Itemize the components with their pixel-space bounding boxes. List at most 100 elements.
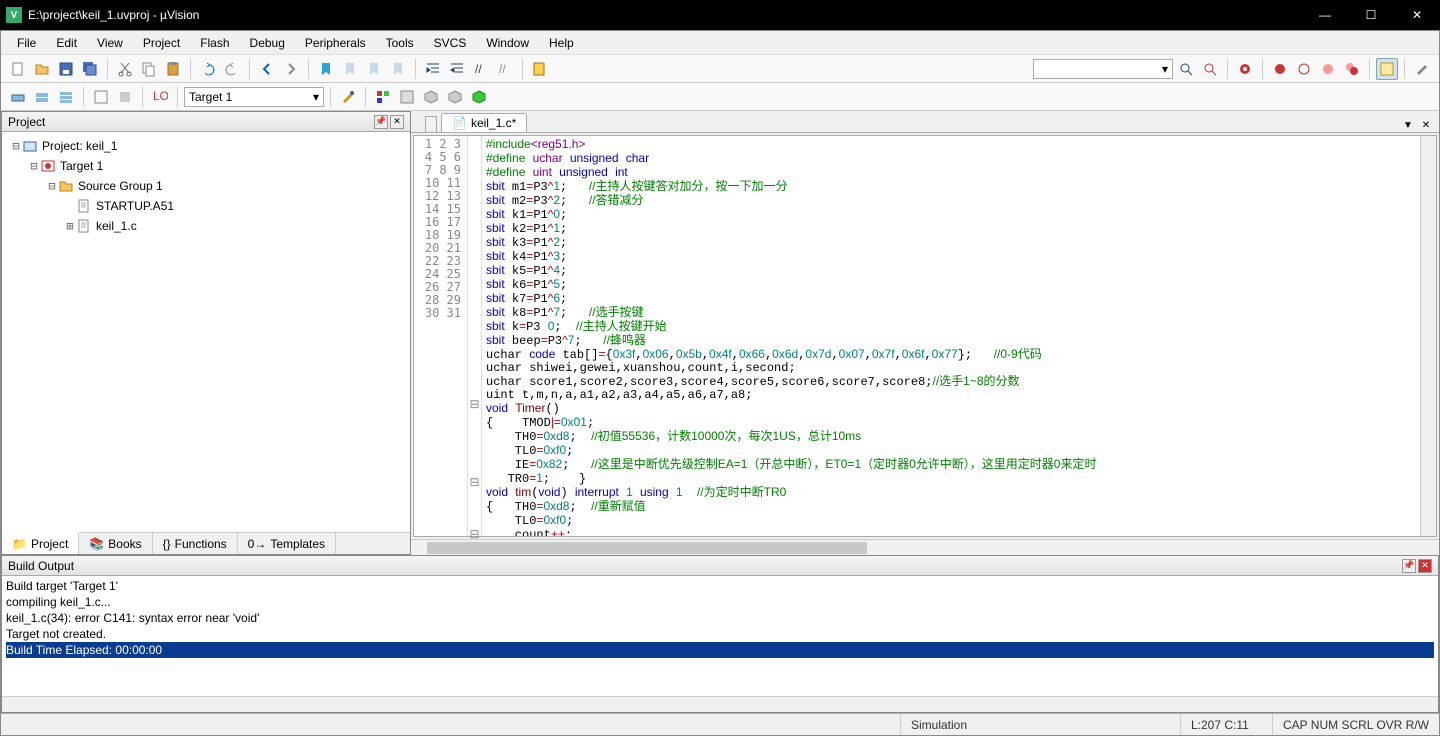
svg-text://: //: [475, 62, 482, 76]
build-output-panel: Build Output 📌 ✕ Build target 'Target 1'…: [1, 555, 1439, 713]
indent-icon[interactable]: [422, 58, 444, 80]
panel-close-icon[interactable]: ✕: [390, 115, 404, 129]
target-options-icon[interactable]: [337, 86, 359, 108]
menu-project[interactable]: Project: [133, 34, 190, 52]
project-panel-title: Project 📌 ✕: [2, 112, 410, 132]
save-icon[interactable]: [55, 58, 77, 80]
tree-node[interactable]: ⊟Project: keil_1: [6, 136, 406, 156]
build-output-body[interactable]: Build target 'Target 1'compiling keil_1.…: [2, 576, 1438, 696]
window-title: E:\project\keil_1.uvproj - µVision: [28, 8, 1302, 22]
project-tabs: 📁Project📚Books{}Functions0→Templates: [2, 532, 410, 554]
cut-icon[interactable]: [114, 58, 136, 80]
books-icon[interactable]: [468, 86, 490, 108]
manage-project-icon[interactable]: [372, 86, 394, 108]
find-in-files-icon[interactable]: [529, 58, 551, 80]
menu-svcs[interactable]: SVCS: [424, 34, 477, 52]
stop-build-icon[interactable]: [114, 86, 136, 108]
line-gutter: 1 2 3 4 5 6 7 8 9 10 11 12 13 14 15 16 1…: [414, 136, 468, 536]
breakpoint-disable-icon[interactable]: [1293, 58, 1315, 80]
undo-icon[interactable]: [197, 58, 219, 80]
copy-icon[interactable]: [138, 58, 160, 80]
close-button[interactable]: ✕: [1394, 0, 1440, 30]
bookmark-clear-icon[interactable]: [387, 58, 409, 80]
pack-installer-icon[interactable]: [444, 86, 466, 108]
editor-close-icon[interactable]: ✕: [1419, 118, 1433, 132]
tree-node[interactable]: ⊟Source Group 1: [6, 176, 406, 196]
find-combo[interactable]: ▾: [1033, 59, 1173, 79]
bookmark-next-icon[interactable]: [363, 58, 385, 80]
panel-pin-icon[interactable]: 📌: [1402, 559, 1416, 573]
window-layout-icon[interactable]: [1376, 58, 1398, 80]
uncomment-icon[interactable]: //: [494, 58, 516, 80]
menu-tools[interactable]: Tools: [376, 34, 424, 52]
menu-flash[interactable]: Flash: [190, 34, 239, 52]
incremental-find-icon[interactable]: [1199, 58, 1221, 80]
translate-icon[interactable]: [7, 86, 29, 108]
debug-icon[interactable]: [1234, 58, 1256, 80]
project-tab-templates[interactable]: 0→Templates: [238, 533, 336, 554]
nav-fwd-icon[interactable]: [280, 58, 302, 80]
file-ext-icon[interactable]: [396, 86, 418, 108]
editor-tab-active[interactable]: 📄 keil_1.c*: [441, 113, 527, 132]
menu-file[interactable]: File: [7, 34, 46, 52]
menu-view[interactable]: View: [87, 34, 133, 52]
statusbar: Simulation L:207 C:11 CAP NUM SCRL OVR R…: [1, 713, 1439, 735]
panel-close-icon[interactable]: ✕: [1418, 559, 1432, 573]
batch-build-icon[interactable]: [90, 86, 112, 108]
editor-tab-nav-icon[interactable]: [425, 116, 437, 132]
configure-icon[interactable]: [1411, 58, 1433, 80]
minimize-button[interactable]: —: [1302, 0, 1348, 30]
project-tree[interactable]: ⊟Project: keil_1⊟Target 1⊟Source Group 1…: [2, 132, 410, 532]
unindent-icon[interactable]: [446, 58, 468, 80]
breakpoint-kill-icon[interactable]: [1317, 58, 1339, 80]
breakpoint-insert-icon[interactable]: [1269, 58, 1291, 80]
project-tab-books[interactable]: 📚Books: [79, 533, 152, 554]
menu-debug[interactable]: Debug: [240, 34, 295, 52]
tree-node[interactable]: ⊞keil_1.c: [6, 216, 406, 236]
svg-text://: //: [499, 62, 506, 76]
find-icon[interactable]: [1175, 58, 1197, 80]
bookmark-icon[interactable]: [315, 58, 337, 80]
build-icon[interactable]: [31, 86, 53, 108]
status-cursor: L:207 C:11: [1180, 714, 1272, 735]
rebuild-icon[interactable]: [55, 86, 77, 108]
build-panel-title: Build Output 📌 ✕: [2, 556, 1438, 576]
fold-gutter[interactable]: ⊟⊟⊟: [468, 136, 482, 536]
manage-rte-icon[interactable]: [420, 86, 442, 108]
redo-icon[interactable]: [221, 58, 243, 80]
code-body[interactable]: #include<reg51.h> #define uchar unsigned…: [482, 136, 1420, 536]
project-tab-project[interactable]: 📁Project: [2, 532, 79, 554]
toolbar-main: // // ▾: [1, 55, 1439, 83]
tree-node[interactable]: ⊟Target 1: [6, 156, 406, 176]
tree-node[interactable]: STARTUP.A51: [6, 196, 406, 216]
titlebar: V E:\project\keil_1.uvproj - µVision — ☐…: [0, 0, 1440, 30]
build-hscroll[interactable]: [2, 696, 1438, 712]
maximize-button[interactable]: ☐: [1348, 0, 1394, 30]
paste-icon[interactable]: [162, 58, 184, 80]
save-all-icon[interactable]: [79, 58, 101, 80]
new-file-icon[interactable]: [7, 58, 29, 80]
vertical-scrollbar[interactable]: [1420, 136, 1436, 536]
editor-area: 📄 keil_1.c* ▼ ✕ 1 2 3 4 5 6 7 8 9 10 11 …: [411, 111, 1439, 555]
menubar: FileEditViewProjectFlashDebugPeripherals…: [1, 31, 1439, 55]
target-select[interactable]: Target 1▾: [184, 87, 324, 107]
editor-dropdown-icon[interactable]: ▼: [1401, 118, 1415, 132]
status-indicators: CAP NUM SCRL OVR R/W: [1272, 714, 1439, 735]
menu-window[interactable]: Window: [476, 34, 539, 52]
file-icon: 📄: [452, 116, 467, 130]
breakpoint-killall-icon[interactable]: [1341, 58, 1363, 80]
download-icon[interactable]: LOAD: [149, 86, 171, 108]
open-icon[interactable]: [31, 58, 53, 80]
comment-icon[interactable]: //: [470, 58, 492, 80]
status-mode: Simulation: [900, 714, 1180, 735]
bookmark-prev-icon[interactable]: [339, 58, 361, 80]
menu-edit[interactable]: Edit: [46, 34, 87, 52]
toolbar-build: LOAD Target 1▾: [1, 83, 1439, 111]
menu-help[interactable]: Help: [539, 34, 584, 52]
code-editor[interactable]: 1 2 3 4 5 6 7 8 9 10 11 12 13 14 15 16 1…: [413, 135, 1437, 537]
panel-pin-icon[interactable]: 📌: [374, 115, 388, 129]
project-tab-functions[interactable]: {}Functions: [153, 533, 238, 554]
horizontal-scrollbar[interactable]: [411, 539, 1439, 555]
menu-peripherals[interactable]: Peripherals: [295, 34, 376, 52]
nav-back-icon[interactable]: [256, 58, 278, 80]
